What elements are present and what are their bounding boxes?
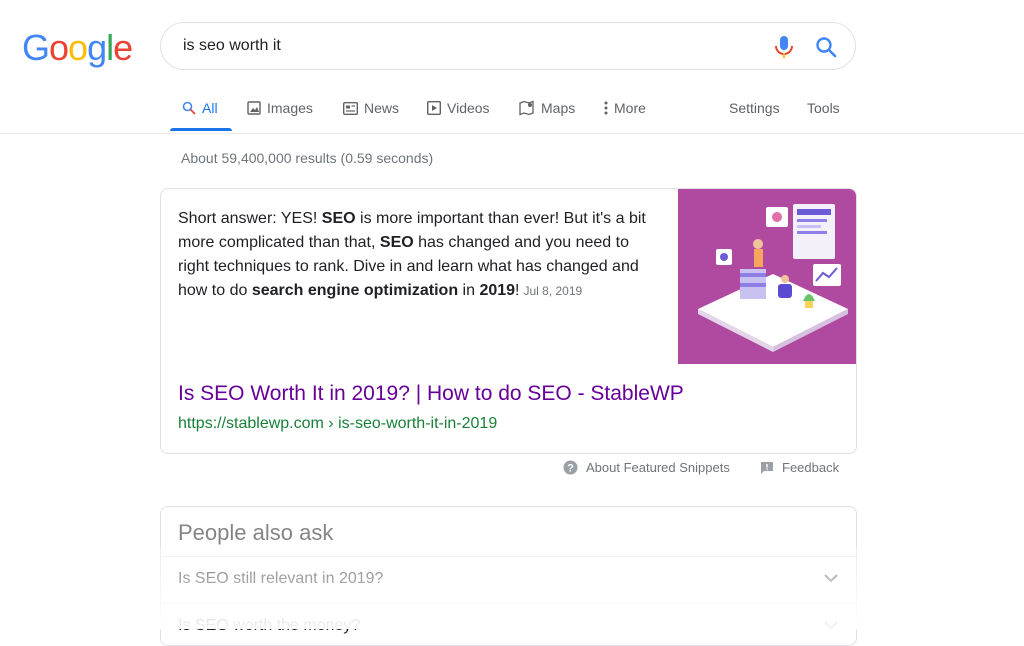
logo-letter: l [106, 27, 114, 68]
tab-label: Maps [541, 100, 576, 116]
featured-snippet: Short answer: YES! SEO is more important… [160, 188, 857, 454]
logo-letter: g [87, 27, 107, 68]
tab-label: Images [267, 100, 313, 116]
map-icon [519, 100, 534, 116]
snippet-bold: search engine optimization [251, 282, 459, 299]
search-input[interactable]: is seo worth it [183, 37, 281, 55]
tab-all[interactable]: All [182, 100, 218, 116]
people-also-ask-title: People also ask [178, 520, 334, 545]
snippet-text-part: ! [515, 282, 520, 299]
paa-question-row[interactable]: Is SEO still relevant in 2019? [161, 556, 856, 603]
logo-letter: o [68, 27, 88, 68]
tab-label: News [364, 100, 400, 116]
search-box[interactable]: is seo worth it [160, 22, 856, 70]
snippet-text-part: in [458, 282, 480, 299]
search-icon [182, 101, 196, 115]
paa-question: Is SEO worth the money? [178, 617, 361, 634]
snippet-image[interactable] [678, 189, 857, 364]
tab-label: More [614, 100, 646, 116]
tab-maps[interactable]: Maps [519, 100, 575, 116]
svg-text:?: ? [567, 463, 574, 475]
snippet-text: Short answer: YES! SEO is more important… [178, 207, 663, 303]
search-tabs: All Images News Videos Maps More Setting… [170, 92, 860, 134]
header-divider [0, 133, 1024, 134]
logo-letter: G [22, 27, 50, 68]
tab-videos[interactable]: Videos [427, 100, 490, 116]
help-icon: ? [563, 460, 578, 475]
people-also-ask: People also ask Is SEO still relevant in… [160, 506, 857, 646]
tab-more[interactable]: More [604, 100, 646, 116]
feedback-label: Feedback [782, 460, 840, 475]
tab-label: Settings [729, 100, 780, 116]
result-url[interactable]: https://stablewp.com › is-seo-worth-it-i… [178, 415, 497, 433]
snippet-bold: 2019 [479, 282, 516, 299]
google-logo[interactable]: Google [22, 27, 133, 69]
active-tab-indicator [170, 128, 232, 131]
snippet-date: Jul 8, 2019 [523, 284, 583, 298]
snippet-text-part: Short answer: YES! [178, 210, 322, 227]
snippet-bold: SEO [321, 210, 356, 227]
about-featured-snippets-link[interactable]: ? About Featured Snippets [563, 460, 730, 475]
image-icon [247, 101, 261, 115]
about-featured-snippets-label: About Featured Snippets [586, 460, 730, 475]
tab-news[interactable]: News [343, 100, 399, 116]
search-icon[interactable] [815, 36, 837, 58]
feedback-icon [761, 461, 773, 474]
result-stats: About 59,400,000 results (0.59 seconds) [181, 150, 434, 166]
result-title-link[interactable]: Is SEO Worth It in 2019? | How to do SEO… [178, 382, 684, 406]
paa-question-row[interactable]: Is SEO worth the money? [161, 603, 856, 645]
video-icon [427, 101, 441, 115]
feedback-link[interactable]: Feedback [760, 460, 839, 475]
logo-letter: o [49, 27, 69, 68]
tab-label: Tools [807, 100, 840, 116]
logo-letter: e [113, 27, 133, 68]
paa-question: Is SEO still relevant in 2019? [178, 570, 384, 587]
more-vert-icon [604, 101, 608, 115]
tab-tools[interactable]: Tools [807, 100, 840, 116]
microphone-icon[interactable] [773, 35, 795, 59]
tab-images[interactable]: Images [247, 100, 313, 116]
snippet-bold: SEO [379, 234, 414, 251]
news-icon [343, 101, 358, 115]
chevron-down-icon [824, 574, 838, 583]
tab-label: All [202, 100, 218, 116]
tab-label: Videos [447, 100, 490, 116]
tab-settings[interactable]: Settings [729, 100, 780, 116]
